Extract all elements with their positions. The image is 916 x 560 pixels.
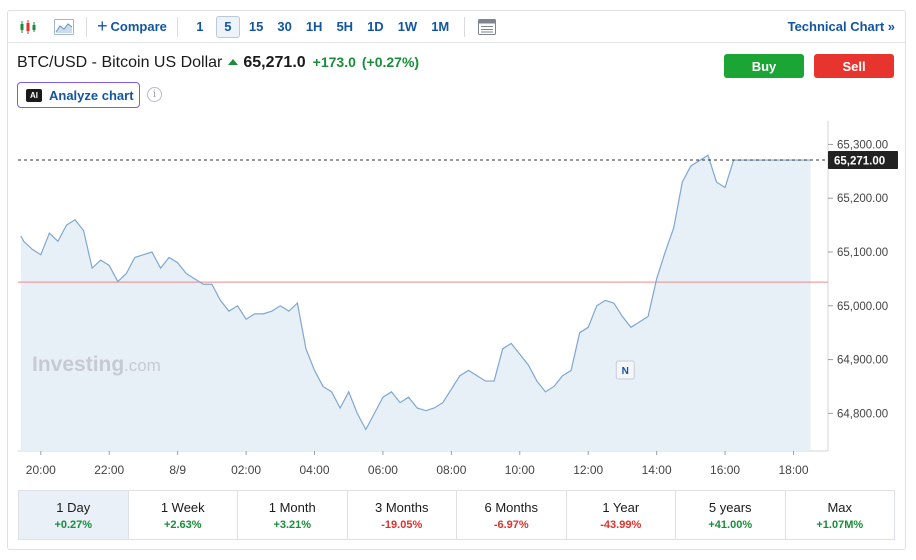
period-5-years[interactable]: 5 years +41.00%	[676, 491, 786, 539]
period-change: +2.63%	[163, 518, 202, 531]
x-tick-label: 8/9	[169, 463, 186, 477]
period-label: 3 Months	[375, 499, 429, 515]
y-tick-label: 64,800.00	[837, 408, 888, 420]
news-event-marker[interactable]: N	[615, 360, 635, 380]
period-change: +41.00%	[708, 518, 753, 531]
chart-widget: + Compare 1 5 15 30 1H 5H 1D 1W 1M Technical Cha…	[7, 10, 906, 550]
y-tick-label: 65,300.00	[837, 139, 888, 151]
period-label: Max	[827, 499, 853, 515]
period-change: -6.97%	[493, 518, 529, 531]
compare-label: Compare	[110, 19, 167, 34]
x-tick-label: 02:00	[231, 463, 261, 477]
period-label: 1 Day	[56, 499, 91, 515]
instrument-name: BTC/USD - Bitcoin US Dollar	[17, 54, 223, 71]
period-change: -19.05%	[381, 518, 423, 531]
buy-button[interactable]: Buy	[724, 54, 804, 78]
x-tick-label: 18:00	[778, 463, 808, 477]
toolbar-divider	[464, 16, 466, 37]
interval-1d[interactable]: 1D	[362, 16, 389, 38]
period-1-month[interactable]: 1 Month +3.21%	[238, 491, 348, 539]
instrument-header: BTC/USD - Bitcoin US Dollar 65,271.0 +17…	[17, 54, 419, 72]
x-tick-label: 14:00	[642, 463, 672, 477]
data-table-icon[interactable]	[471, 15, 503, 39]
period-change: -43.99%	[600, 518, 642, 531]
interval-30[interactable]: 30	[272, 16, 296, 38]
y-axis: 64,800.00 64,900.00 65,000.00 65,100.00 65,2…	[828, 139, 888, 420]
area-chart-icon[interactable]	[48, 15, 80, 39]
analyze-chart-button[interactable]: AI Analyze chart	[17, 82, 140, 108]
x-tick-label: 20:00	[26, 463, 56, 477]
y-tick-label: 65,000.00	[837, 301, 888, 313]
toolbar-divider	[86, 16, 87, 37]
period-label: 6 Months	[484, 499, 538, 515]
period-1-year[interactable]: 1 Year -43.99%	[567, 491, 676, 539]
info-icon[interactable]: i	[147, 87, 162, 102]
y-tick-label: 65,200.00	[837, 193, 888, 205]
candlestick-icon[interactable]	[12, 15, 44, 39]
news-marker-label: N	[622, 366, 629, 377]
technical-chart-link[interactable]: Technical Chart »	[788, 19, 895, 34]
chart-toolbar: + Compare 1 5 15 30 1H 5H 1D 1W 1M Technical Cha…	[8, 11, 905, 43]
price-change: +173.0	[312, 54, 356, 70]
period-change: +0.27%	[54, 518, 93, 531]
trend-up-icon	[228, 59, 239, 65]
interval-1h[interactable]: 1H	[301, 16, 328, 38]
plus-icon: +	[97, 16, 108, 36]
period-1-day[interactable]: 1 Day +0.27%	[19, 491, 129, 539]
watermark: Investing .com	[32, 353, 161, 376]
x-tick-label: 22:00	[94, 463, 124, 477]
period-change: +3.21%	[273, 518, 312, 531]
interval-5[interactable]: 5	[215, 15, 240, 38]
interval-5h[interactable]: 5H	[331, 16, 358, 38]
x-tick-label: 10:00	[505, 463, 535, 477]
interval-1m[interactable]: 1M	[426, 16, 454, 38]
interval-1w[interactable]: 1W	[393, 16, 423, 38]
current-price-label: 65,271.00	[828, 151, 898, 170]
last-price: 65,271.0	[243, 54, 306, 71]
interval-15[interactable]: 15	[244, 16, 268, 38]
period-label: 1 Month	[268, 499, 316, 515]
price-change-percent: (+0.27%)	[361, 54, 420, 70]
toolbar-divider	[176, 16, 178, 37]
period-1-week[interactable]: 1 Week +2.63%	[129, 491, 238, 539]
ai-icon: AI	[26, 88, 42, 102]
watermark-brand: Investing	[32, 353, 124, 376]
period-label: 1 Week	[160, 499, 205, 515]
watermark-suffix: .com	[124, 356, 161, 375]
analyze-chart-label: Analyze chart	[49, 87, 134, 103]
period-label: 1 Year	[602, 499, 640, 515]
x-tick-label: 12:00	[573, 463, 603, 477]
compare-button[interactable]: + Compare	[93, 16, 171, 36]
y-tick-label: 65,100.00	[837, 247, 888, 259]
period-label: 5 years	[708, 499, 752, 515]
interval-selector: 1 5 15 30 1H 5H 1D 1W 1M	[188, 15, 458, 38]
current-price-text: 65,271.00	[834, 156, 885, 168]
x-tick-label: 06:00	[368, 463, 398, 477]
interval-1[interactable]: 1	[188, 16, 212, 38]
sell-button[interactable]: Sell	[814, 54, 894, 78]
period-3-months[interactable]: 3 Months -19.05%	[348, 491, 457, 539]
period-6-months[interactable]: 6 Months -6.97%	[457, 491, 567, 539]
x-tick-label: 08:00	[436, 463, 466, 477]
period-max[interactable]: Max +1.07M%	[786, 491, 895, 539]
performance-period-bar: 1 Day +0.27% 1 Week +2.63% 1 Month +3.21% 3 Mo…	[18, 490, 895, 540]
period-change: +1.07M%	[816, 518, 864, 531]
y-tick-label: 64,900.00	[837, 355, 888, 367]
price-chart[interactable]: Investing .com 64,800.00 64,900.00 65,000.…	[8, 121, 905, 486]
x-tick-label: 04:00	[299, 463, 329, 477]
x-tick-label: 16:00	[710, 463, 740, 477]
x-axis: 20:00 22:00 8/9 02:00 04:00 06:00 08:00 10:00 12…	[26, 451, 809, 477]
